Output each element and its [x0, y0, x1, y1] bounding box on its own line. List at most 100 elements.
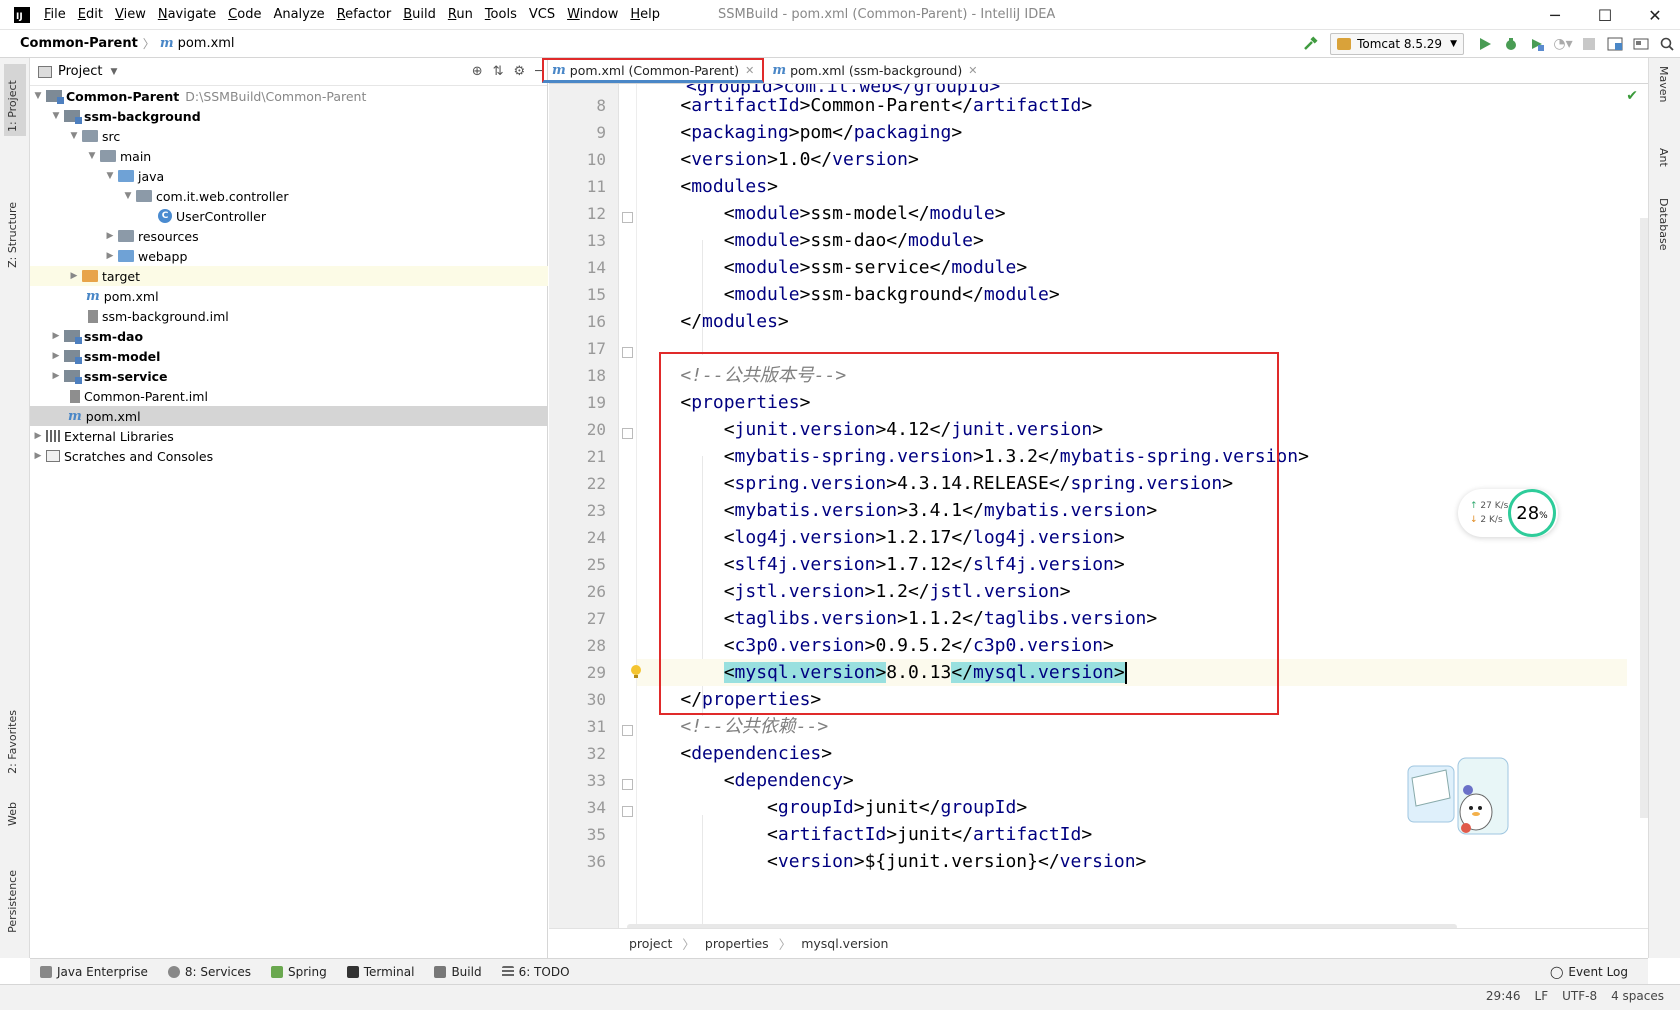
- project-structure-icon[interactable]: [1602, 33, 1628, 55]
- file-encoding[interactable]: UTF-8: [1562, 989, 1597, 1003]
- code-line-properties-close[interactable]: </properties>: [637, 686, 1627, 713]
- code-line-properties-open[interactable]: <properties>: [637, 389, 1627, 416]
- line-number-gutter[interactable]: 8 9 10 11 12 13 14 15 16 17 18 19 20 21 22 23 24 25 26 27 28…: [549, 84, 619, 928]
- line-number[interactable]: 23: [556, 497, 606, 524]
- collapsed-arrow-icon[interactable]: ▶: [32, 451, 44, 461]
- breadcrumb-item[interactable]: properties: [705, 936, 769, 951]
- code-line-comment[interactable]: <!--公共依赖-->: [637, 713, 1627, 740]
- code-line-comment[interactable]: <!--公共版本号-->: [637, 362, 1627, 389]
- tool-tab-project[interactable]: 1: Project: [4, 64, 26, 136]
- minimize-button[interactable]: ─: [1530, 0, 1580, 30]
- fold-marker-icon[interactable]: [622, 806, 633, 817]
- line-number[interactable]: 10: [556, 146, 606, 173]
- line-number[interactable]: 24: [556, 524, 606, 551]
- tab-pom-ssm-background[interactable]: m pom.xml (ssm-background) ✕: [764, 58, 985, 83]
- tool-tab-persistence[interactable]: Persistence: [4, 866, 21, 937]
- menu-item-vcs[interactable]: VCS: [523, 7, 561, 22]
- tree-node-pom-background[interactable]: m pom.xml: [30, 286, 548, 306]
- code-line-property[interactable]: <c3p0.version>0.9.5.2</c3p0.version>: [637, 632, 1627, 659]
- locate-file-icon[interactable]: ⊕: [472, 64, 483, 79]
- caret-position[interactable]: 29:46: [1486, 989, 1521, 1003]
- code-line-modules-open[interactable]: <modules>: [637, 173, 1627, 200]
- code-line-artifactid[interactable]: <artifactId>Common-Parent</artifactId>: [637, 92, 1627, 119]
- tool-tab-favorites[interactable]: 2: Favorites: [4, 706, 21, 778]
- lightbulb-icon[interactable]: [629, 664, 643, 680]
- tree-node-pom-parent[interactable]: m pom.xml: [30, 406, 548, 426]
- tree-node-package[interactable]: ▼ com.it.web.controller: [30, 186, 548, 206]
- line-number[interactable]: 18: [556, 362, 606, 389]
- code-line-property[interactable]: <junit.version>4.12</junit.version>: [637, 416, 1627, 443]
- menu-item-view[interactable]: View: [109, 7, 152, 22]
- tree-node-parent-iml[interactable]: Common-Parent.iml: [30, 386, 548, 406]
- code-line-module[interactable]: <module>ssm-background</module>: [637, 281, 1627, 308]
- code-line-version[interactable]: <version>1.0</version>: [637, 146, 1627, 173]
- line-number[interactable]: 12: [556, 200, 606, 227]
- collapsed-arrow-icon[interactable]: ▶: [104, 231, 116, 241]
- menu-item-refactor[interactable]: Refactor: [331, 7, 398, 22]
- line-number[interactable]: 35: [556, 821, 606, 848]
- expanded-arrow-icon[interactable]: ▼: [104, 171, 116, 181]
- menu-item-help[interactable]: Help: [624, 7, 666, 22]
- tool-tab-event-log[interactable]: ◯ Event Log: [1540, 959, 1638, 985]
- line-number[interactable]: 34: [556, 794, 606, 821]
- expanded-arrow-icon[interactable]: ▼: [32, 91, 44, 101]
- tool-tab-structure[interactable]: Z: Structure: [4, 198, 21, 272]
- tree-node-ssm-model[interactable]: ▶ ssm-model: [30, 346, 548, 366]
- search-everywhere-icon[interactable]: [1654, 33, 1680, 55]
- menu-item-run[interactable]: Run: [442, 7, 479, 22]
- line-number[interactable]: 8: [556, 92, 606, 119]
- line-number[interactable]: 16: [556, 308, 606, 335]
- menu-item-build[interactable]: Build: [397, 7, 442, 22]
- code-line-property[interactable]: <slf4j.version>1.7.12</slf4j.version>: [637, 551, 1627, 578]
- close-icon[interactable]: ✕: [745, 64, 754, 77]
- line-number[interactable]: 30: [556, 686, 606, 713]
- tab-pom-common-parent[interactable]: m pom.xml (Common-Parent) ✕: [542, 58, 765, 83]
- tree-node-resources[interactable]: ▶ resources: [30, 226, 548, 246]
- stop-icon[interactable]: [1576, 33, 1602, 55]
- tool-tab-spring[interactable]: Spring: [261, 965, 337, 979]
- line-number[interactable]: 26: [556, 578, 606, 605]
- fold-gutter[interactable]: [619, 84, 637, 928]
- tree-node-ssm-background[interactable]: ▼ ssm-background: [30, 106, 548, 126]
- breadcrumb-project[interactable]: Common-Parent: [20, 36, 138, 51]
- chevron-down-icon[interactable]: ▼: [110, 67, 117, 77]
- line-number[interactable]: 22: [556, 470, 606, 497]
- menu-item-code[interactable]: Code: [222, 7, 267, 22]
- tree-node-main[interactable]: ▼ main: [30, 146, 548, 166]
- line-number[interactable]: 14: [556, 254, 606, 281]
- line-number[interactable]: 19: [556, 389, 606, 416]
- code-line-modules-close[interactable]: </modules>: [637, 308, 1627, 335]
- project-view-title[interactable]: Project: [58, 64, 102, 79]
- line-number[interactable]: 21: [556, 443, 606, 470]
- indent-setting[interactable]: 4 spaces: [1611, 989, 1664, 1003]
- tool-tab-build[interactable]: Build: [424, 965, 491, 979]
- menu-item-window[interactable]: Window: [561, 7, 624, 22]
- line-number[interactable]: 28: [556, 632, 606, 659]
- line-number[interactable]: 25: [556, 551, 606, 578]
- tree-node-src[interactable]: ▼ src: [30, 126, 548, 146]
- code-line-module[interactable]: <module>ssm-model</module>: [637, 200, 1627, 227]
- line-number[interactable]: 36: [556, 848, 606, 875]
- fold-marker-icon[interactable]: [622, 347, 633, 358]
- breadcrumb-item[interactable]: project: [629, 936, 672, 951]
- fold-marker-icon[interactable]: [622, 725, 633, 736]
- tool-tab-ant[interactable]: Ant: [1657, 148, 1670, 167]
- fold-marker-icon[interactable]: [622, 212, 633, 223]
- tree-node-target[interactable]: ▶ target: [30, 266, 548, 286]
- code-line-module[interactable]: <module>ssm-service</module>: [637, 254, 1627, 281]
- coverage-icon[interactable]: [1524, 33, 1550, 55]
- line-number[interactable]: 15: [556, 281, 606, 308]
- sdk-icon[interactable]: [1628, 33, 1654, 55]
- code-line-packaging[interactable]: <packaging>pom</packaging>: [637, 119, 1627, 146]
- code-line-empty[interactable]: [637, 335, 1627, 362]
- close-icon[interactable]: ✕: [968, 64, 977, 77]
- code-line-dep-version[interactable]: <version>${junit.version}</version>: [637, 848, 1627, 875]
- tree-node-common-parent[interactable]: ▼ Common-Parent D:\SSMBuild\Common-Paren…: [30, 86, 548, 106]
- line-number[interactable]: 20: [556, 416, 606, 443]
- line-number[interactable]: 29: [556, 659, 606, 686]
- tree-node-background-iml[interactable]: ssm-background.iml: [30, 306, 548, 326]
- line-number[interactable]: 32: [556, 740, 606, 767]
- tree-node-ssm-service[interactable]: ▶ ssm-service: [30, 366, 548, 386]
- menu-item-tools[interactable]: Tools: [479, 7, 523, 22]
- line-number[interactable]: 27: [556, 605, 606, 632]
